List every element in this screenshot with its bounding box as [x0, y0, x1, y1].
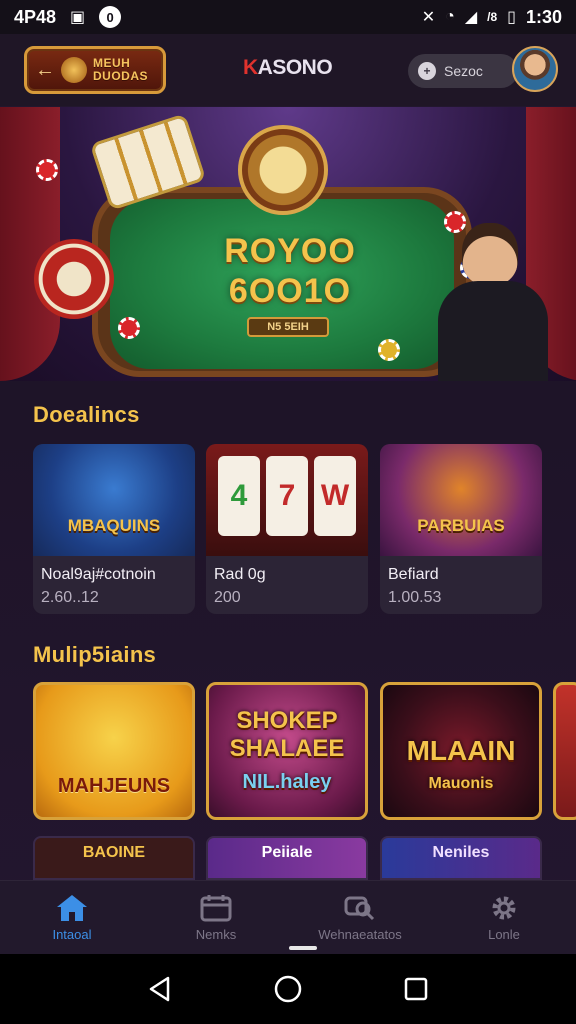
app-screen: 4P48 ▣ 0 ✕ ◔ ◢ /8 ▯ 1:30 ← MEUH DUODAS K… — [0, 0, 576, 1024]
game-subtitle: 2.60..12 — [41, 589, 99, 606]
gear-icon — [487, 893, 521, 923]
recents-square-icon[interactable] — [396, 969, 436, 1009]
brand-prefix: K — [243, 56, 258, 79]
bottom-navigation: Intaoal Nemks Wehnaeatatos Lonle — [0, 880, 576, 954]
chip-icon — [36, 159, 58, 181]
hero-title: ROYOO 6OO1O — [190, 231, 390, 311]
nav-item-settings[interactable]: Lonle — [432, 881, 576, 954]
dealer-head — [462, 223, 518, 285]
game-thumbnail: 4 7 W — [206, 444, 368, 556]
clock-icon — [238, 125, 328, 215]
game-subtitle: 200 — [214, 589, 241, 606]
tile-text: Neniles — [432, 844, 490, 861]
search-plus-icon: + — [418, 62, 436, 80]
hero-title-line1: ROYOO — [224, 232, 356, 270]
game-thumbnail — [33, 444, 195, 556]
game-card[interactable]: 4 7 W Rad 0g 200 — [206, 444, 368, 614]
clock-time: 1:30 — [525, 6, 562, 27]
game-tile[interactable]: Peiiale — [206, 836, 368, 880]
game-tile[interactable]: SHOKEP SHALAEE NIL.haley — [206, 682, 368, 820]
nav-label: Wehnaeatatos — [318, 927, 402, 942]
tile-text-line1: MLAAIN — [406, 735, 516, 766]
search-icon — [343, 893, 377, 923]
game-title: Rad 0g — [214, 566, 266, 583]
battery-icon: ▯ — [507, 9, 516, 26]
notification-count-badge: 0 — [99, 6, 122, 28]
voicemail-icon: ▣ — [70, 9, 86, 26]
game-title: Befiard — [388, 566, 439, 583]
status-bar: 4P48 ▣ 0 ✕ ◔ ◢ /8 ▯ 1:30 — [0, 0, 576, 34]
game-subtitle: 1.00.53 — [388, 589, 442, 606]
logo-back-button[interactable]: ← MEUH DUODAS — [24, 46, 166, 94]
search-placeholder: Sezoc — [444, 63, 483, 79]
nav-item-home[interactable]: Intaoal — [0, 881, 144, 954]
home-indicator — [289, 946, 317, 950]
wifi-icon: ◔ — [445, 8, 455, 25]
section-title-multiplayer: Mulip5iains — [33, 642, 157, 667]
reel-value: 4 — [218, 456, 260, 536]
nav-label: Nemks — [195, 927, 237, 942]
thumb-text: MBAQUINS — [67, 516, 161, 535]
game-tile[interactable]: MAHJEUNS — [33, 682, 195, 820]
hero-title-line2: 6OO1O — [228, 272, 352, 310]
reel-value: 7 — [266, 456, 308, 536]
system-navigation-bar — [0, 954, 576, 1024]
thumb-text: PARBUIAS — [417, 516, 505, 535]
reel-value: W — [314, 456, 356, 536]
tile-text-line1: SHOKEP — [236, 707, 338, 734]
chip-icon — [378, 339, 400, 361]
curtain-left — [0, 107, 60, 381]
carrier-label: 4P48 — [14, 6, 57, 27]
hero-banner[interactable]: ROYOO 6OO1O N5 5EIH — [0, 107, 576, 381]
game-tile-partial[interactable] — [553, 682, 576, 820]
game-tile[interactable]: BAOINE — [33, 836, 195, 880]
lion-crest-icon — [61, 57, 87, 83]
search-bar[interactable]: + Sezoc — [408, 54, 518, 88]
nav-item-news[interactable]: Nemks — [144, 881, 288, 954]
user-avatar[interactable] — [512, 46, 558, 92]
nav-label: Intaoal — [52, 927, 92, 942]
hero-play-button[interactable]: N5 5EIH — [247, 317, 329, 337]
tile-text-line3: NIL.haley — [242, 771, 332, 793]
signal-text: /8 — [487, 10, 498, 24]
chip-icon — [118, 317, 140, 339]
nav-item-search[interactable]: Wehnaeatatos — [288, 881, 432, 954]
nav-label: Lonle — [488, 927, 520, 942]
tile-text-line2: SHALAEE — [229, 735, 345, 762]
roulette-dice-icon — [34, 239, 114, 319]
home-icon — [55, 893, 89, 923]
tile-text: BAOINE — [82, 844, 146, 861]
tile-text: Peiiale — [261, 844, 313, 861]
section-title-deals: Doealincs — [33, 402, 140, 427]
dealer-body — [438, 281, 548, 381]
signal-icon: ◢ — [464, 9, 478, 26]
game-card[interactable]: MBAQUINS Noal9aj#cotnoin 2.60..12 — [33, 444, 195, 614]
brand-rest: ASONO — [257, 56, 333, 79]
calendar-icon — [199, 893, 233, 923]
mute-icon: ✕ — [421, 9, 436, 26]
logo-text: MEUH DUODAS — [93, 56, 149, 83]
brand-title: KASONO — [243, 56, 333, 80]
tile-text-line2: Mauonis — [428, 775, 494, 792]
game-title: Noal9aj#cotnoin — [41, 566, 156, 583]
app-header: ← MEUH DUODAS KASONO + Sezoc — [0, 34, 576, 106]
tile-text: MAHJEUNS — [57, 775, 171, 797]
game-thumbnail — [380, 444, 542, 556]
game-card[interactable]: PARBUIAS Befiard 1.00.53 — [380, 444, 542, 614]
home-circle-icon[interactable] — [268, 969, 308, 1009]
game-tile[interactable]: Neniles — [380, 836, 542, 880]
back-arrow-icon: ← — [35, 58, 55, 81]
slot-reels: 4 7 W — [218, 456, 356, 536]
back-triangle-icon[interactable] — [140, 969, 180, 1009]
dealer-figure — [432, 223, 552, 381]
game-tile[interactable]: MLAAIN Mauonis — [380, 682, 542, 820]
